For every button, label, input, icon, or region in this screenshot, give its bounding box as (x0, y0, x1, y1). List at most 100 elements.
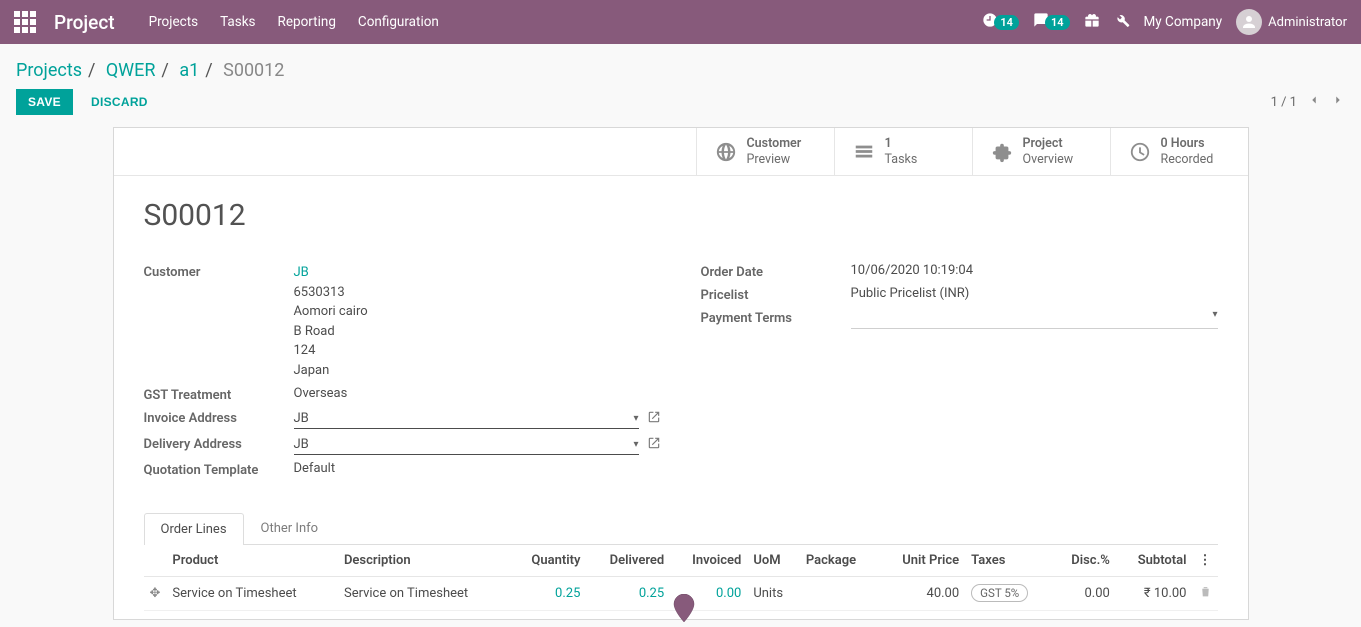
cell-disc[interactable]: 0.00 (1052, 577, 1116, 611)
tab-order-lines[interactable]: Order Lines (144, 513, 244, 545)
nav-projects[interactable]: Projects (149, 14, 199, 30)
pager-next-icon[interactable] (1331, 93, 1345, 111)
user-name: Administrator (1268, 15, 1347, 30)
discuss-indicator[interactable]: 14 (1033, 12, 1070, 32)
th-product: Product (166, 545, 338, 577)
wrench-icon[interactable] (1114, 12, 1130, 32)
stat-sublabel: Recorded (1161, 152, 1214, 168)
content-scroll[interactable]: CustomerPreview 1Tasks ProjectOverview 0… (0, 119, 1361, 620)
stat-buttons: CustomerPreview 1Tasks ProjectOverview 0… (114, 128, 1248, 176)
nav-configuration[interactable]: Configuration (358, 14, 439, 30)
right-column: Order Date 10/06/2020 10:19:04 Pricelist… (701, 263, 1218, 484)
nav-tasks[interactable]: Tasks (220, 14, 255, 30)
breadcrumb-projects[interactable]: Projects (16, 60, 82, 81)
invoice-addr-value: JB (294, 411, 309, 426)
cell-product[interactable]: Service on Timesheet (166, 577, 338, 611)
payment-terms-field[interactable]: ▾ (851, 309, 1218, 329)
gift-icon[interactable] (1084, 12, 1100, 32)
clock-icon (1129, 141, 1151, 163)
stat-hours-recorded[interactable]: 0 HoursRecorded (1110, 128, 1248, 175)
stat-sublabel: Tasks (885, 152, 918, 168)
order-date-label: Order Date (701, 263, 851, 280)
activity-badge: 14 (994, 15, 1019, 30)
cell-quantity[interactable]: 0.25 (510, 577, 587, 611)
tabs: Order Lines Other Info (144, 512, 1218, 545)
tasks-icon (853, 141, 875, 163)
cell-uom[interactable]: Units (747, 577, 800, 611)
th-taxes: Taxes (965, 545, 1052, 577)
nav-reporting[interactable]: Reporting (278, 14, 336, 30)
user-menu[interactable]: Administrator (1236, 9, 1347, 35)
breadcrumb-current: S00012 (223, 60, 284, 81)
stat-label: Customer (747, 136, 802, 152)
th-price: Unit Price (878, 545, 965, 577)
stat-tasks[interactable]: 1Tasks (834, 128, 972, 175)
discuss-badge: 14 (1045, 15, 1070, 30)
gst-value: Overseas (294, 386, 661, 403)
th-uom: UoM (747, 545, 800, 577)
customer-value: JB 6530313 Aomori cairo B Road 124 Japan (294, 263, 661, 380)
addr-line: B Road (294, 322, 661, 342)
pager-prev-icon[interactable] (1307, 93, 1321, 111)
addr-line: 6530313 (294, 283, 661, 303)
apps-icon[interactable] (14, 11, 36, 33)
pager: 1 / 1 (1271, 93, 1345, 111)
stat-label: 1 (885, 136, 918, 152)
cell-delivered[interactable]: 0.25 (586, 577, 670, 611)
external-link-icon[interactable] (647, 436, 661, 454)
app-brand[interactable]: Project (54, 11, 115, 34)
stat-project-overview[interactable]: ProjectOverview (972, 128, 1110, 175)
stat-sublabel: Overview (1023, 152, 1074, 168)
control-bar: Projects/ QWER/ a1/ S00012 SAVE DISCARD … (0, 44, 1361, 119)
payment-terms-label: Payment Terms (701, 309, 851, 329)
delivery-addr-value: JB (294, 437, 309, 452)
tax-pill: GST 5% (971, 584, 1028, 602)
qtmpl-label: Quotation Template (144, 461, 294, 478)
breadcrumb-a1[interactable]: a1 (179, 60, 199, 81)
stat-customer-preview[interactable]: CustomerPreview (696, 128, 834, 175)
customer-link[interactable]: JB (294, 263, 661, 283)
delete-row-icon[interactable] (1193, 577, 1218, 611)
tab-other-info[interactable]: Other Info (244, 512, 336, 544)
external-link-icon[interactable] (647, 410, 661, 428)
top-navbar: Project Projects Tasks Reporting Configu… (0, 0, 1361, 44)
cell-description[interactable]: Service on Timesheet (338, 577, 510, 611)
chevron-down-icon: ▾ (633, 413, 638, 424)
chevron-down-icon: ▾ (1212, 309, 1217, 328)
pricelist-value: Public Pricelist (INR) (851, 286, 1218, 303)
th-package: Package (800, 545, 878, 577)
cell-taxes[interactable]: GST 5% (965, 577, 1052, 611)
pricelist-label: Pricelist (701, 286, 851, 303)
company-name[interactable]: My Company (1144, 14, 1223, 30)
cell-package[interactable] (800, 577, 878, 611)
th-menu[interactable]: ⋮ (1193, 545, 1218, 577)
stat-sublabel: Preview (747, 152, 802, 168)
th-description: Description (338, 545, 510, 577)
order-date-value: 10/06/2020 10:19:04 (851, 263, 1218, 280)
breadcrumb: Projects/ QWER/ a1/ S00012 (16, 60, 1345, 81)
th-disc: Disc.% (1052, 545, 1116, 577)
invoice-addr-field[interactable]: JB ▾ (294, 409, 639, 429)
drag-handle-icon[interactable]: ✥ (144, 577, 167, 611)
pager-text: 1 / 1 (1271, 95, 1297, 110)
customer-label: Customer (144, 263, 294, 380)
breadcrumb-qwer[interactable]: QWER (106, 60, 156, 81)
addr-line: Aomori cairo (294, 302, 661, 322)
qtmpl-value: Default (294, 461, 661, 478)
form-sheet: CustomerPreview 1Tasks ProjectOverview 0… (113, 127, 1249, 620)
discard-button[interactable]: DISCARD (79, 89, 160, 115)
stat-label: 0 Hours (1161, 136, 1214, 152)
th-quantity: Quantity (510, 545, 587, 577)
stat-label: Project (1023, 136, 1074, 152)
avatar-icon (1236, 9, 1262, 35)
delivery-addr-label: Delivery Address (144, 435, 294, 455)
puzzle-icon (991, 141, 1013, 163)
cell-price[interactable]: 40.00 (878, 577, 965, 611)
invoice-addr-label: Invoice Address (144, 409, 294, 429)
delivery-addr-field[interactable]: JB ▾ (294, 435, 639, 455)
addr-line: 124 (294, 341, 661, 361)
save-button[interactable]: SAVE (16, 89, 73, 115)
th-delivered: Delivered (586, 545, 670, 577)
chevron-down-icon: ▾ (633, 439, 638, 450)
activity-indicator[interactable]: 14 (982, 12, 1019, 32)
